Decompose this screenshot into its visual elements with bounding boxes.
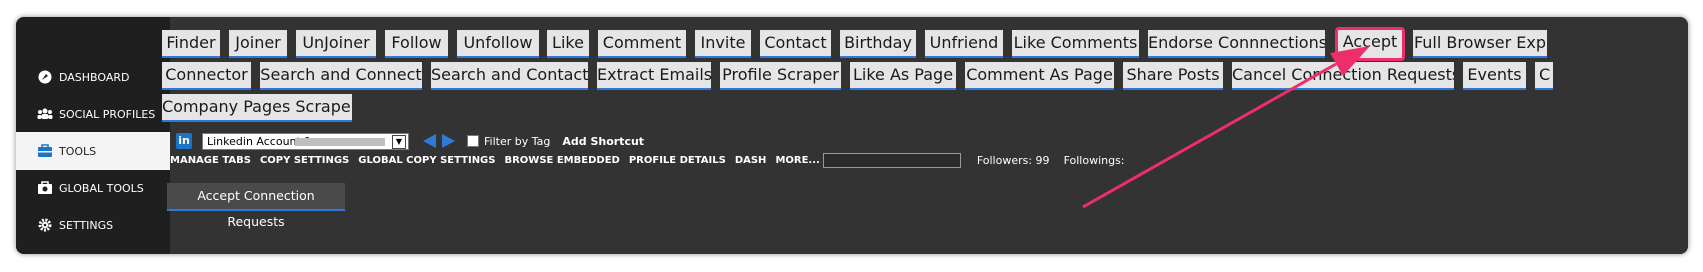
tab-invite[interactable]: Invite <box>695 30 751 58</box>
more-link[interactable]: MORE... <box>775 155 819 166</box>
tab-like[interactable]: Like <box>547 30 589 58</box>
search-input[interactable] <box>822 152 961 168</box>
tab-search-and-contact[interactable]: Search and Contact <box>431 62 588 90</box>
dash-link[interactable]: DASH <box>735 155 767 166</box>
tab-extract-emails[interactable]: Extract Emails <box>597 62 711 90</box>
tab-profile-scraper[interactable]: Profile Scraper <box>720 62 841 90</box>
tab-cancel-connection-requests[interactable]: Cancel Connection Requests <box>1232 62 1454 90</box>
sidebar-item-social-profiles[interactable]: SOCIAL PROFILES <box>16 95 170 133</box>
tab-contact[interactable]: Contact <box>760 30 831 58</box>
sidebar-item-label: DASHBOARD <box>59 70 130 84</box>
next-account-arrow-icon[interactable] <box>442 134 455 148</box>
tab-share-posts[interactable]: Share Posts <box>1123 62 1223 90</box>
users-icon <box>37 106 53 122</box>
tab-joiner[interactable]: Joiner <box>229 30 287 58</box>
tab-full-browser-exp[interactable]: Full Browser Exp <box>1413 30 1547 58</box>
sidebar-item-label: SETTINGS <box>59 218 114 232</box>
sidebar: DASHBOARD SOCIAL PROFILES TOOLS GLOBAL T… <box>16 17 170 254</box>
copy-settings-link[interactable]: COPY SETTINGS <box>260 155 349 166</box>
add-shortcut-link[interactable]: Add Shortcut <box>562 135 644 148</box>
chevron-down-icon: ▼ <box>392 134 406 149</box>
sidebar-item-tools[interactable]: TOOLS <box>16 132 170 170</box>
account-toolbar: in Linkedin Account 1 ▼ Filter by Tag Ad… <box>156 131 644 151</box>
toolbox-icon <box>37 143 53 159</box>
followings-count: Followings: <box>1063 153 1125 167</box>
dashboard-icon <box>37 69 53 85</box>
sidebar-item-settings[interactable]: SETTINGS <box>16 206 170 244</box>
tab-like-comments[interactable]: Like Comments <box>1012 30 1139 58</box>
account-select[interactable]: Linkedin Account 1 ▼ <box>202 132 409 150</box>
global-copy-settings-link[interactable]: GLOBAL COPY SETTINGS <box>358 155 495 166</box>
browse-embedded-link[interactable]: BROWSE EMBEDDED <box>504 155 619 166</box>
sidebar-item-label: TOOLS <box>59 144 97 158</box>
sidebar-item-label: SOCIAL PROFILES <box>59 107 156 121</box>
tab-endorse-connections[interactable]: Endorse Connnections <box>1148 30 1325 58</box>
manage-tabs-link[interactable]: MANAGE TABS <box>170 155 251 166</box>
profile-details-link[interactable]: PROFILE DETAILS <box>629 155 726 166</box>
sidebar-item-label: GLOBAL TOOLS <box>59 181 144 195</box>
tab-finder[interactable]: Finder <box>162 30 220 58</box>
action-links-bar: MANAGE TABS COPY SETTINGS GLOBAL COPY SE… <box>170 152 1125 168</box>
global-tools-icon <box>37 180 53 196</box>
accept-connection-requests-button[interactable]: Accept Connection Requests <box>167 183 345 229</box>
tab-search-and-connect[interactable]: Search and Connect <box>260 62 422 90</box>
tab-truncated[interactable]: C <box>1535 62 1553 90</box>
tab-unfollow[interactable]: Unfollow <box>457 30 539 58</box>
tab-unjoiner[interactable]: UnJoiner <box>296 30 376 58</box>
linkedin-icon: in <box>176 133 192 149</box>
tab-company-pages-scraper[interactable]: Company Pages Scraper <box>162 94 352 122</box>
tab-follow[interactable]: Follow <box>385 30 448 58</box>
tab-events[interactable]: Events <box>1463 62 1526 90</box>
tab-comment-as-page[interactable]: Comment As Page <box>965 62 1114 90</box>
tab-accept[interactable]: Accept <box>1335 27 1405 61</box>
tab-connector[interactable]: Connector <box>162 62 251 90</box>
gear-icon <box>37 217 53 233</box>
tab-birthday[interactable]: Birthday <box>840 30 916 58</box>
tab-like-as-page[interactable]: Like As Page <box>850 62 956 90</box>
sidebar-item-dashboard[interactable]: DASHBOARD <box>16 58 170 96</box>
tab-comment[interactable]: Comment <box>598 30 686 58</box>
followers-count: Followers: 99 <box>976 153 1050 167</box>
tab-unfriend[interactable]: Unfriend <box>925 30 1003 58</box>
previous-account-arrow-icon[interactable] <box>423 134 436 148</box>
redacted-value <box>295 137 385 146</box>
filter-by-tag-label: Filter by Tag <box>484 134 551 148</box>
sidebar-item-global-tools[interactable]: GLOBAL TOOLS <box>16 169 170 207</box>
filter-by-tag-checkbox[interactable] <box>467 135 479 147</box>
